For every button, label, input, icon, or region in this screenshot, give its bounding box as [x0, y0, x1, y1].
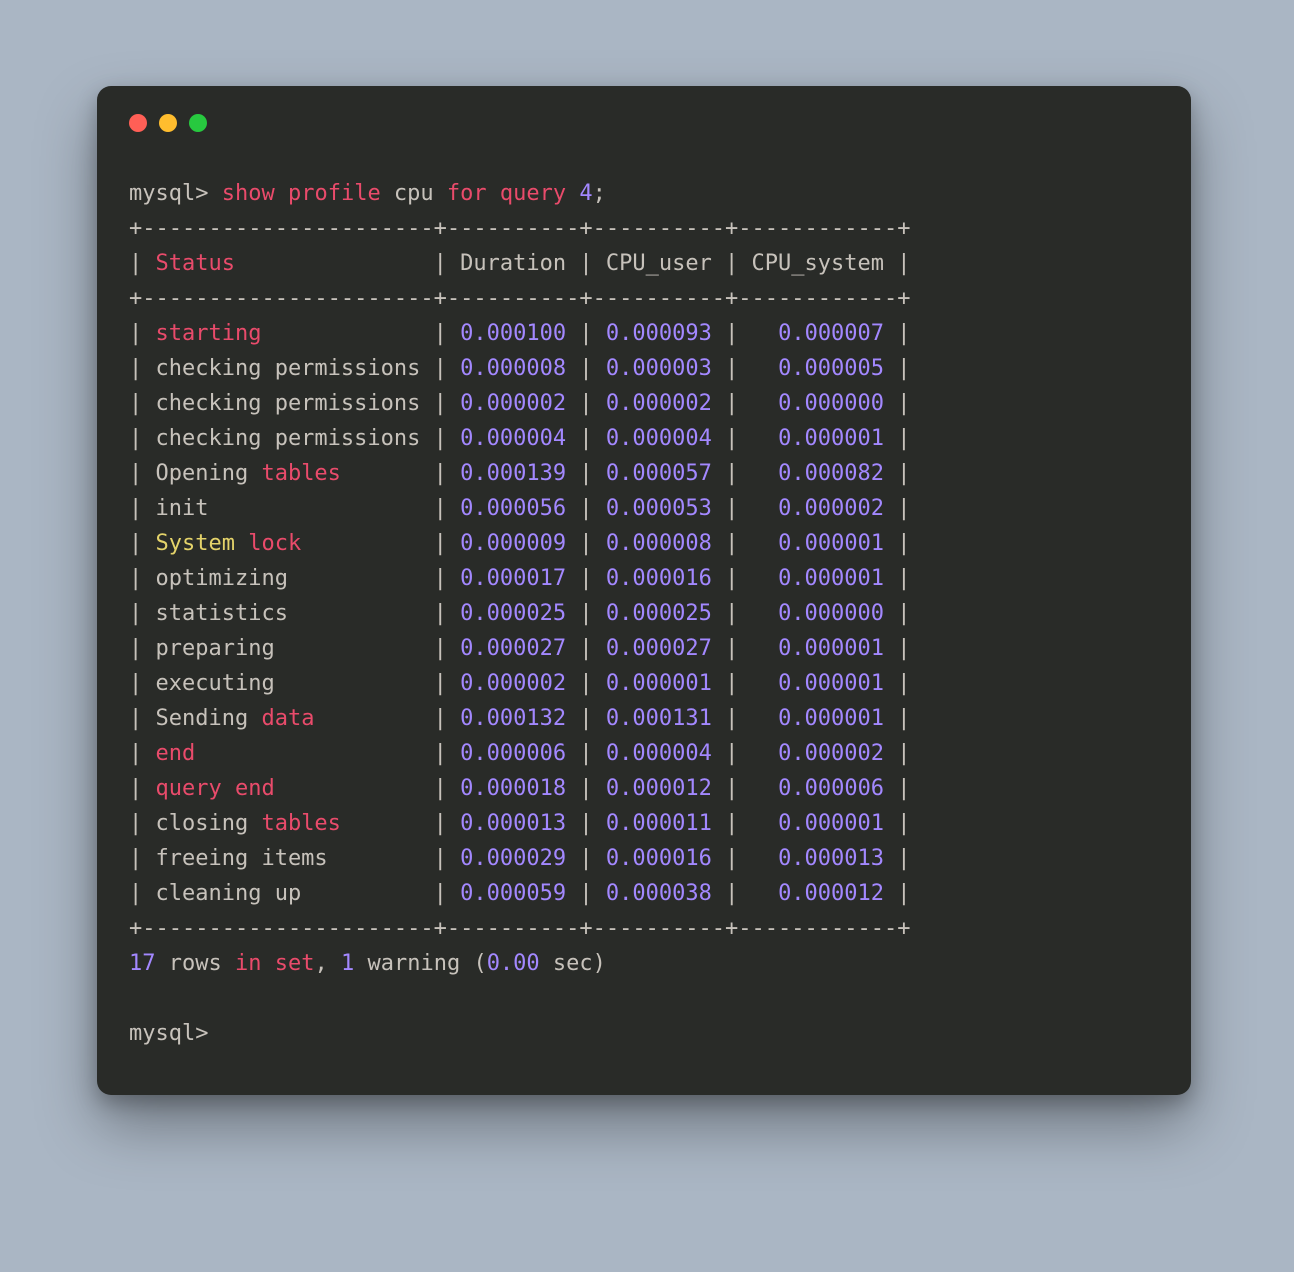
prompt: mysql> — [129, 1021, 208, 1046]
terminal-window: mysql> show profile cpu for query 4; +--… — [97, 86, 1191, 1095]
minimize-icon[interactable] — [159, 114, 177, 132]
close-icon[interactable] — [129, 114, 147, 132]
table-border-mid: +----------------------+----------+-----… — [129, 286, 910, 311]
result-summary: 17 rows in set, 1 warning (0.00 sec) — [129, 951, 606, 976]
window-controls — [129, 114, 1159, 132]
prompt: mysql> — [129, 181, 208, 206]
zoom-icon[interactable] — [189, 114, 207, 132]
command-line: show profile cpu for query 4; — [208, 181, 605, 206]
table-header-row: | Status | Duration | CPU_user | CPU_sys… — [129, 251, 911, 276]
table-rows: | starting | 0.000100 | 0.000093 | 0.000… — [129, 321, 911, 906]
table-border-bottom: +----------------------+----------+-----… — [129, 916, 910, 941]
terminal-output[interactable]: mysql> show profile cpu for query 4; +--… — [129, 176, 1159, 1051]
table-border-top: +----------------------+----------+-----… — [129, 216, 910, 241]
